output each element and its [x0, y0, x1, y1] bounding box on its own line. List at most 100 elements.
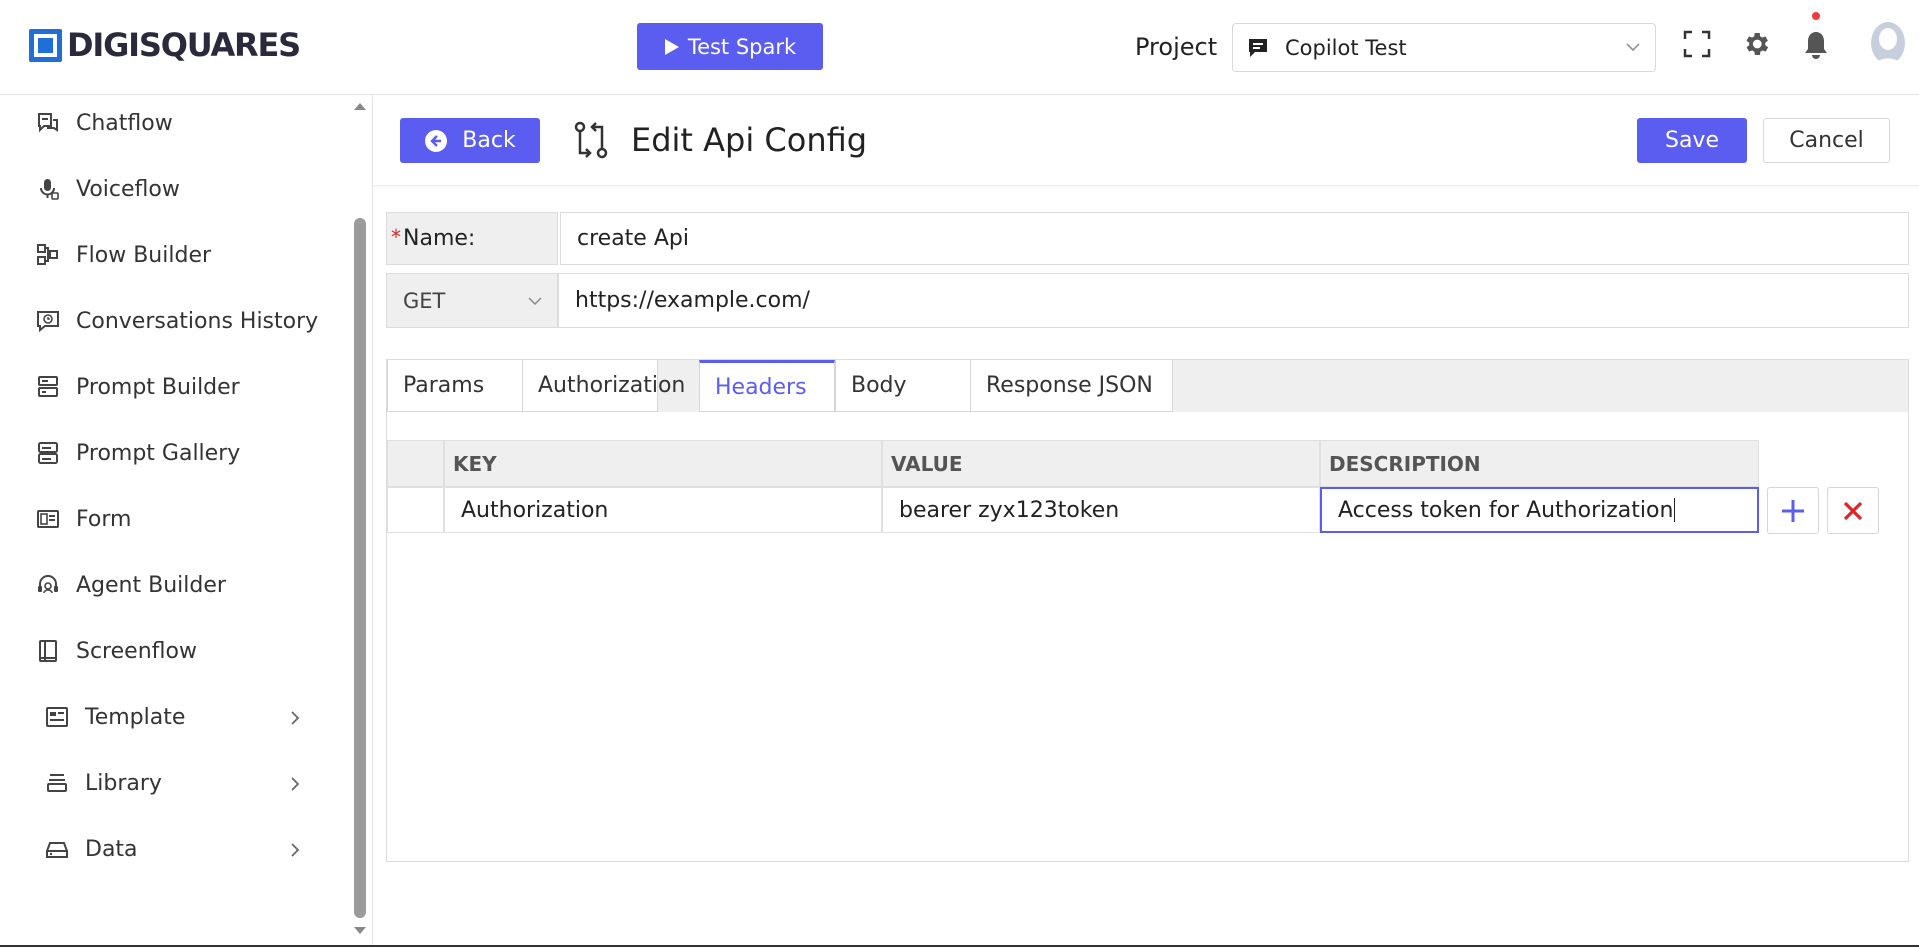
save-button[interactable]: Save — [1637, 118, 1747, 163]
sidebar-item-label: Prompt Gallery — [76, 440, 241, 466]
page-title: Edit Api Config — [631, 121, 868, 159]
back-button[interactable]: Back — [400, 118, 540, 163]
flow-builder-icon — [37, 244, 58, 265]
sidebar-group-label: Template — [85, 704, 186, 730]
chat-bubble-icon — [1249, 38, 1267, 57]
chevron-down-icon — [1626, 43, 1640, 52]
sidebar-item-label: Voiceflow — [76, 176, 180, 202]
top-bar: DIGISQUARES Test Spark Project Copilot T… — [0, 0, 1919, 95]
api-config-icon — [574, 121, 608, 159]
header-value-cell[interactable] — [882, 487, 1320, 533]
tab-body[interactable]: Body — [835, 360, 971, 412]
chevron-right-icon — [291, 711, 300, 725]
name-field-label: * Name: — [386, 212, 558, 265]
sidebar-item-label: Chatflow — [76, 110, 173, 136]
sidebar-item-screenflow[interactable]: Screenflow — [36, 631, 197, 671]
logo-mark-icon — [29, 29, 62, 62]
header-key-input[interactable] — [461, 497, 881, 523]
gallery-icon — [38, 442, 58, 464]
close-icon — [1843, 501, 1863, 520]
http-method-select[interactable]: GET — [386, 273, 558, 328]
header-description-cell[interactable]: Access token for Authorization — [1320, 487, 1759, 533]
template-icon — [46, 707, 68, 727]
chatflow-icon — [38, 113, 58, 133]
play-icon — [664, 38, 679, 55]
gear-icon[interactable] — [1741, 29, 1771, 59]
screenflow-icon — [39, 640, 57, 662]
tabs-bar: Params Authorization Headers Body Respon… — [387, 360, 1908, 412]
http-method-value: GET — [403, 288, 446, 313]
text-caret — [1674, 498, 1676, 522]
sidebar-item-label: Screenflow — [76, 638, 197, 664]
tab-label: Authorization — [538, 373, 686, 398]
tab-label: Response JSON — [986, 373, 1153, 398]
sidebar-group-template[interactable]: Template — [45, 697, 310, 737]
sidebar-item-agent-builder[interactable]: Agent Builder — [36, 565, 226, 605]
sidebar-item-flow-builder[interactable]: Flow Builder — [36, 235, 211, 275]
project-select[interactable]: Copilot Test — [1232, 23, 1656, 72]
sidebar-item-form[interactable]: Form — [36, 499, 131, 539]
required-asterisk: * — [391, 225, 401, 249]
sidebar-item-prompt-builder[interactable]: Prompt Builder — [36, 367, 240, 407]
sidebar-item-conversations-history[interactable]: Conversations History — [36, 301, 318, 341]
url-input[interactable] — [558, 273, 1909, 328]
test-spark-label: Test Spark — [687, 34, 797, 59]
sidebar-group-label: Data — [85, 836, 138, 862]
tab-label: Params — [403, 373, 485, 398]
header-key-cell[interactable] — [444, 487, 882, 533]
tab-response-json[interactable]: Response JSON — [970, 360, 1173, 412]
arrow-left-circle-icon — [425, 129, 448, 152]
sidebar-group-library[interactable]: Library — [45, 763, 310, 803]
table-header-handle — [387, 440, 444, 487]
sidebar-item-prompt-gallery[interactable]: Prompt Gallery — [36, 433, 240, 473]
name-label-text: Name: — [403, 226, 476, 251]
test-spark-button[interactable]: Test Spark — [637, 23, 823, 70]
brand-logo[interactable]: DIGISQUARES — [29, 26, 301, 64]
sidebar-item-label: Agent Builder — [76, 572, 226, 598]
tab-label: Body — [851, 373, 907, 398]
tab-headers[interactable]: Headers — [699, 360, 835, 412]
table-header-value: VALUE — [882, 440, 1320, 487]
header-value-input[interactable] — [899, 497, 1319, 523]
sidebar-item-chatflow[interactable]: Chatflow — [36, 103, 173, 143]
notification-dot — [1812, 12, 1820, 20]
scroll-down-arrow-icon[interactable] — [353, 925, 367, 937]
sidebar-divider — [372, 95, 373, 947]
table-header-key: KEY — [444, 440, 882, 487]
header-description-input[interactable]: Access token for Authorization — [1338, 498, 1673, 523]
tab-params[interactable]: Params — [387, 360, 523, 412]
sidebar-scrollbar-thumb[interactable] — [354, 218, 366, 918]
project-label: Project — [1135, 33, 1218, 61]
sidebar-item-voiceflow[interactable]: Voiceflow — [36, 169, 180, 209]
chevron-right-icon — [291, 843, 300, 857]
sidebar-group-label: Library — [85, 770, 162, 796]
chevron-down-icon — [528, 297, 542, 306]
add-row-button[interactable] — [1767, 487, 1819, 534]
delete-row-button[interactable] — [1827, 487, 1879, 534]
avatar[interactable] — [1863, 21, 1913, 71]
form-icon — [37, 510, 59, 528]
project-select-value: Copilot Test — [1285, 35, 1407, 60]
tab-authorization[interactable]: Authorization — [522, 360, 685, 412]
sidebar-item-label: Form — [76, 506, 132, 532]
chevron-right-icon — [291, 777, 300, 791]
fullscreen-icon[interactable] — [1683, 30, 1711, 58]
scroll-up-arrow-icon[interactable] — [353, 100, 367, 112]
cancel-button[interactable]: Cancel — [1763, 118, 1890, 163]
back-label: Back — [462, 128, 516, 153]
table-row-handle — [387, 487, 444, 533]
tab-label: Headers — [715, 374, 807, 400]
plus-icon — [1782, 499, 1804, 522]
history-icon — [37, 311, 59, 333]
brand-name: DIGISQUARES — [67, 26, 301, 64]
name-input[interactable] — [560, 212, 1909, 265]
library-icon — [47, 774, 67, 792]
sidebar-item-label: Prompt Builder — [76, 374, 240, 400]
request-tabs-panel: Params Authorization Headers Body Respon… — [386, 359, 1909, 862]
prompt-builder-icon — [38, 376, 58, 397]
agent-icon — [38, 575, 58, 594]
sidebar-group-data[interactable]: Data — [45, 829, 310, 869]
table-header-description: DESCRIPTION — [1320, 440, 1759, 487]
bell-icon[interactable] — [1803, 30, 1829, 60]
data-icon — [46, 842, 68, 858]
